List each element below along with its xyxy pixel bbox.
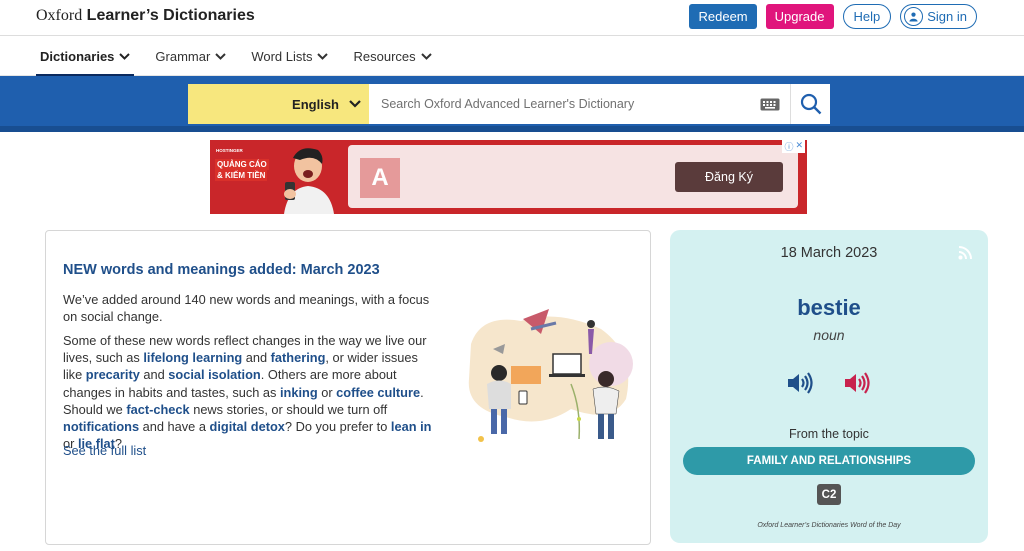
link-fathering[interactable]: fathering bbox=[271, 350, 326, 365]
link-social-isolation[interactable]: social isolation bbox=[168, 367, 260, 382]
link-coffee-culture[interactable]: coffee culture bbox=[336, 385, 420, 400]
news-card: NEW words and meanings added: March 2023… bbox=[45, 230, 651, 545]
news-body: Some of these new words reflect changes … bbox=[63, 333, 432, 452]
ad-person-image bbox=[284, 148, 334, 214]
nav-label: Word Lists bbox=[251, 48, 313, 64]
upgrade-button[interactable]: Upgrade bbox=[765, 4, 834, 29]
help-button[interactable]: Help bbox=[842, 4, 892, 29]
nav-label: Dictionaries bbox=[40, 48, 115, 64]
word-of-the-day: 18 March 2023 bestie noun From the topic… bbox=[670, 230, 988, 543]
chevron-down-icon bbox=[317, 52, 329, 60]
ad-brand: HOSTINGER bbox=[216, 148, 243, 153]
header-actions: Redeem Upgrade Help Sign in bbox=[689, 4, 977, 29]
signin-button[interactable]: Sign in bbox=[900, 4, 977, 29]
search-band: English bbox=[0, 76, 1024, 132]
wotd-part-of-speech: noun bbox=[813, 327, 845, 343]
chevron-down-icon bbox=[215, 52, 227, 60]
speaker-uk-icon[interactable] bbox=[785, 370, 815, 396]
link-fact-check[interactable]: fact-check bbox=[126, 402, 189, 417]
link-precarity[interactable]: precarity bbox=[86, 367, 140, 382]
speaker-us-icon[interactable] bbox=[842, 370, 872, 396]
nav-label: Resources bbox=[353, 48, 416, 64]
nav-item-resources[interactable]: Resources bbox=[349, 36, 435, 76]
logo-main: Learner’s Dictionaries bbox=[86, 7, 255, 24]
main-nav: Dictionaries Grammar Word Lists Resource… bbox=[0, 36, 1024, 77]
close-icon: ✕ bbox=[795, 140, 803, 150]
link-notifications[interactable]: notifications bbox=[63, 419, 139, 434]
chevron-down-icon bbox=[119, 52, 131, 60]
logo-prefix: Oxford bbox=[36, 7, 83, 24]
ad-choices[interactable]: ⓘ ✕ bbox=[782, 140, 805, 153]
topic-label: From the topic bbox=[789, 427, 869, 441]
wotd-date: 18 March 2023 bbox=[780, 245, 878, 261]
redeem-button[interactable]: Redeem bbox=[689, 4, 757, 29]
topic-button[interactable]: FAMILY AND RELATIONSHIPS bbox=[683, 447, 975, 475]
ad-logo: A bbox=[360, 158, 400, 198]
ad-signup-button[interactable]: Đăng Ký bbox=[675, 162, 783, 192]
search-icon bbox=[800, 93, 821, 115]
cefr-level-badge: C2 bbox=[817, 484, 841, 505]
link-lean-in[interactable]: lean in bbox=[391, 419, 432, 434]
user-icon bbox=[904, 7, 924, 26]
nav-item-dictionaries[interactable]: Dictionaries bbox=[36, 36, 135, 77]
see-full-list-link[interactable]: See the full list bbox=[63, 443, 146, 458]
link-digital-detox[interactable]: digital detox bbox=[210, 419, 285, 434]
news-intro: We’ve added around 140 new words and mea… bbox=[63, 292, 430, 325]
search-button[interactable] bbox=[790, 84, 830, 124]
search-input[interactable] bbox=[369, 84, 750, 124]
signin-label: Sign in bbox=[927, 9, 967, 24]
advertisement-banner[interactable]: HOSTINGER QUẢNG CÁO & KIẾM TIỀN A Đăng K… bbox=[210, 140, 807, 214]
keyboard-icon[interactable] bbox=[750, 84, 790, 124]
rss-icon[interactable] bbox=[958, 246, 972, 260]
news-title[interactable]: NEW words and meanings added: March 2023 bbox=[63, 262, 380, 278]
chevron-down-icon bbox=[349, 100, 361, 108]
wotd-word[interactable]: bestie bbox=[670, 295, 988, 321]
link-lifelong-learning[interactable]: lifelong learning bbox=[143, 350, 242, 365]
chevron-down-icon bbox=[420, 52, 432, 60]
news-illustration bbox=[468, 309, 633, 442]
language-label: English bbox=[292, 96, 339, 112]
ad-card: A Đăng Ký bbox=[348, 145, 798, 208]
top-header: Oxford Learner’s Dictionaries Redeem Upg… bbox=[0, 0, 1024, 36]
nav-label: Grammar bbox=[155, 48, 211, 64]
nav-item-word-lists[interactable]: Word Lists bbox=[247, 36, 332, 76]
link-inking[interactable]: inking bbox=[280, 385, 318, 400]
search-box: English bbox=[188, 84, 830, 124]
wotd-footer: Oxford Learner’s Dictionaries Word of th… bbox=[757, 522, 901, 529]
info-icon: ⓘ bbox=[784, 142, 794, 152]
nav-item-grammar[interactable]: Grammar bbox=[151, 36, 230, 76]
language-select[interactable]: English bbox=[188, 84, 369, 124]
site-logo[interactable]: Oxford Learner’s Dictionaries bbox=[36, 7, 255, 25]
